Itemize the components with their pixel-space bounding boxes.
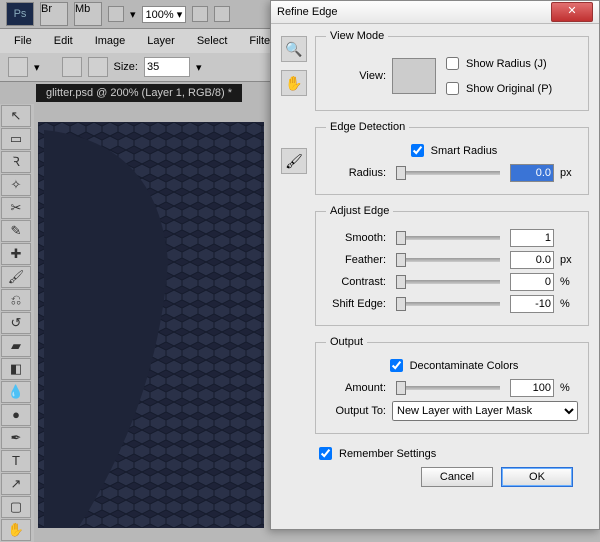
history-brush-tool[interactable]: ↺ [1, 312, 31, 334]
layout-expand[interactable]: ▾ [130, 8, 136, 21]
size-expand[interactable]: ▾ [196, 61, 202, 74]
layout-icon[interactable] [108, 6, 124, 22]
smooth-slider[interactable] [396, 236, 500, 240]
amount-slider[interactable] [396, 386, 500, 390]
shift-input[interactable] [510, 295, 554, 313]
mb-button[interactable]: Mb [74, 2, 102, 26]
amount-label: Amount: [326, 382, 386, 394]
adjust-edge-legend: Adjust Edge [326, 205, 393, 217]
dodge-tool[interactable]: ● [1, 404, 31, 426]
extras-icon[interactable] [214, 6, 230, 22]
crop-tool[interactable]: ✂ [1, 197, 31, 219]
feather-input[interactable] [510, 251, 554, 269]
refine-brush-icon[interactable]: 🖌 [281, 148, 307, 174]
decontaminate-label: Decontaminate Colors [410, 360, 519, 372]
amount-input[interactable] [510, 379, 554, 397]
menu-edit[interactable]: Edit [44, 32, 83, 50]
brush-preset-icon[interactable] [8, 57, 28, 77]
remember-checkbox[interactable] [319, 447, 332, 460]
output-legend: Output [326, 336, 367, 348]
remember-label: Remember Settings [339, 448, 436, 460]
gradient-tool[interactable]: ◧ [1, 358, 31, 380]
edge-detection-group: Edge Detection Smart Radius Radius: px [315, 121, 589, 195]
show-radius-label: Show Radius (J) [466, 58, 547, 70]
artwork [38, 122, 264, 528]
feather-slider[interactable] [396, 258, 500, 262]
path-tool[interactable]: ↗ [1, 473, 31, 495]
smart-radius-label: Smart Radius [431, 145, 498, 157]
marquee-tool[interactable]: ▭ [1, 128, 31, 150]
eraser-tool[interactable]: ▰ [1, 335, 31, 357]
radius-label: Radius: [326, 167, 386, 179]
cancel-button[interactable]: Cancel [421, 467, 493, 487]
contrast-label: Contrast: [326, 276, 386, 288]
show-original-label: Show Original (P) [466, 83, 552, 95]
type-tool[interactable]: T [1, 450, 31, 472]
show-original-checkbox[interactable] [446, 82, 459, 95]
document-tab[interactable]: glitter.psd @ 200% (Layer 1, RGB/8) * [36, 84, 242, 102]
dialog-title: Refine Edge [277, 6, 338, 18]
smooth-label: Smooth: [326, 232, 386, 244]
zoom-value: 100% [146, 9, 174, 21]
lasso-tool[interactable]: Ꝛ [1, 151, 31, 173]
radius-unit: px [560, 167, 578, 179]
output-to-select[interactable]: New Layer with Layer Mask [392, 401, 578, 421]
wand-tool[interactable]: ✧ [1, 174, 31, 196]
shift-slider[interactable] [396, 302, 500, 306]
stamp-tool[interactable]: ⎌ [1, 289, 31, 311]
edge-detection-legend: Edge Detection [326, 121, 409, 133]
output-group: Output Decontaminate Colors Amount:% Out… [315, 336, 589, 434]
smooth-input[interactable] [510, 229, 554, 247]
br-button[interactable]: Br [40, 2, 68, 26]
hand-tool-icon[interactable]: ✋ [281, 70, 307, 96]
dialog-titlebar[interactable]: Refine Edge ✕ [271, 1, 599, 24]
view-label: View: [326, 70, 386, 82]
brush-tool[interactable]: 🖌 [1, 266, 31, 288]
menu-layer[interactable]: Layer [137, 32, 185, 50]
contrast-input[interactable] [510, 273, 554, 291]
feather-label: Feather: [326, 254, 386, 266]
contrast-slider[interactable] [396, 280, 500, 284]
menu-file[interactable]: File [4, 32, 42, 50]
hand-tool[interactable]: ✋ [1, 519, 31, 541]
size-input[interactable] [144, 57, 190, 77]
show-radius-checkbox[interactable] [446, 57, 459, 70]
shift-label: Shift Edge: [326, 298, 386, 310]
shape-tool[interactable]: ▢ [1, 496, 31, 518]
eyedropper-tool[interactable]: ✎ [1, 220, 31, 242]
zoom-dropdown[interactable]: 100% ▾ [142, 6, 187, 23]
toolbox: ↖ ▭ Ꝛ ✧ ✂ ✎ ✚ 🖌 ⎌ ↺ ▰ ◧ 💧 ● ✒ T ↗ ▢ ✋ [0, 104, 34, 542]
menu-select[interactable]: Select [187, 32, 238, 50]
move-tool[interactable]: ↖ [1, 105, 31, 127]
decontaminate-checkbox[interactable] [390, 359, 403, 372]
view-thumb[interactable] [392, 58, 436, 94]
size-label: Size: [114, 61, 138, 73]
adjust-edge-group: Adjust Edge Smooth: Feather:px Contrast:… [315, 205, 589, 326]
pen-tool[interactable]: ✒ [1, 427, 31, 449]
menu-image[interactable]: Image [85, 32, 136, 50]
refine-edge-dialog: Refine Edge ✕ 🔍 ✋ 🖌 View Mode View: Show… [270, 0, 600, 530]
view-mode-legend: View Mode [326, 30, 388, 42]
ps-logo: Ps [6, 2, 34, 26]
radius-slider[interactable] [396, 171, 500, 175]
hand-icon[interactable] [192, 6, 208, 22]
view-mode-group: View Mode View: Show Radius (J) Show Ori… [315, 30, 589, 111]
ok-button[interactable]: OK [501, 467, 573, 487]
smart-radius-checkbox[interactable] [411, 144, 424, 157]
brush-expand[interactable]: ▾ [34, 61, 40, 74]
heal-tool[interactable]: ✚ [1, 243, 31, 265]
canvas[interactable] [38, 122, 264, 528]
radius-input[interactable] [510, 164, 554, 182]
brush-swap-icon[interactable] [88, 57, 108, 77]
brush-tip-icon[interactable] [62, 57, 82, 77]
zoom-tool-icon[interactable]: 🔍 [281, 36, 307, 62]
close-button[interactable]: ✕ [551, 2, 593, 22]
output-to-label: Output To: [326, 405, 386, 417]
blur-tool[interactable]: 💧 [1, 381, 31, 403]
